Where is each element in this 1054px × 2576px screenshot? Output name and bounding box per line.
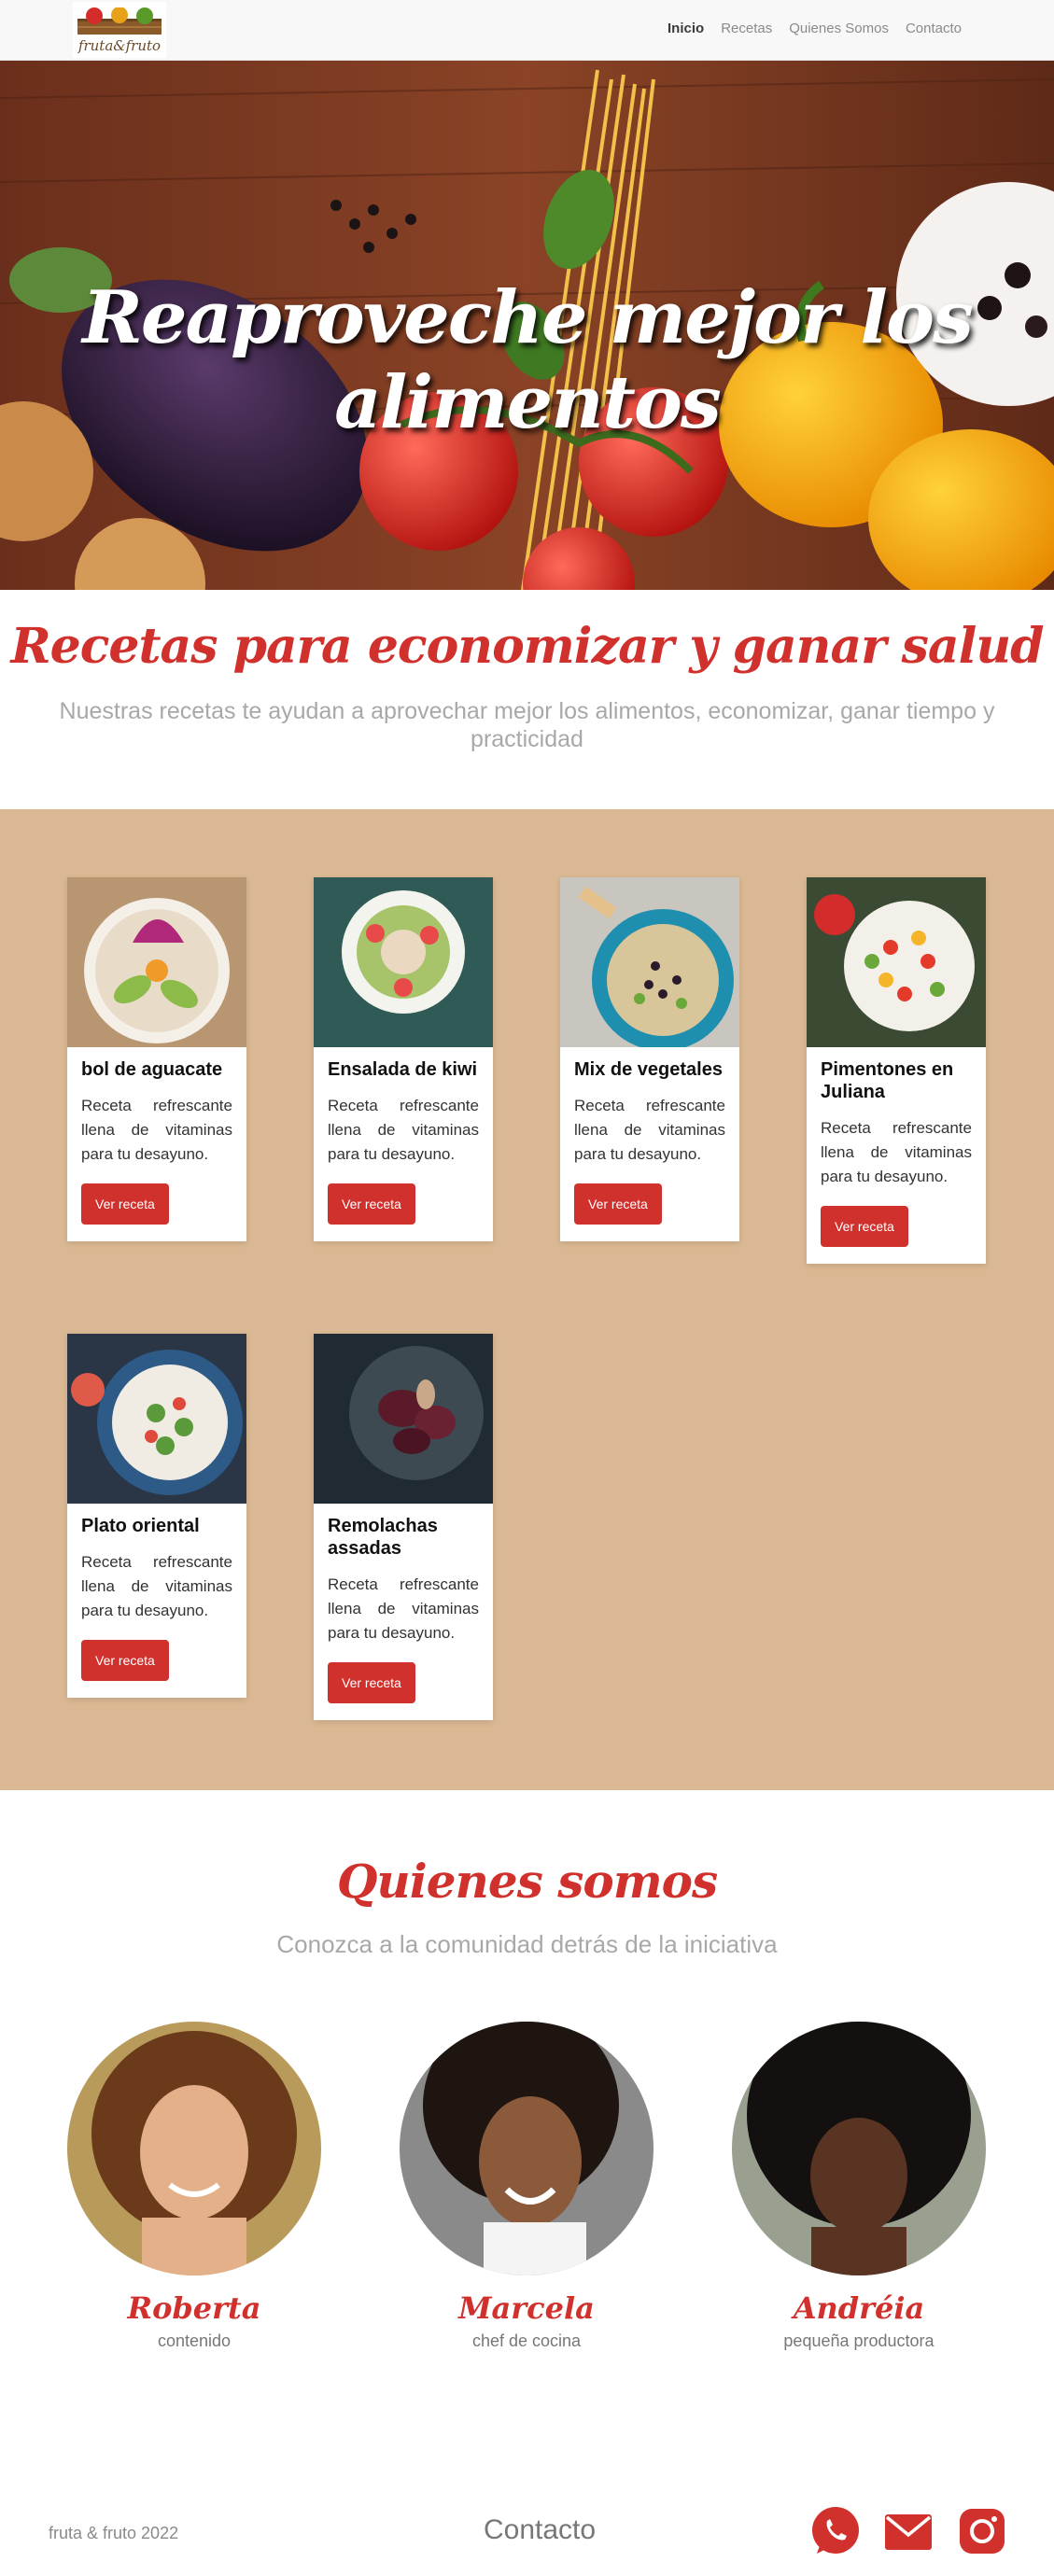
recipe-title: Pimentones en Juliana [821, 1059, 954, 1102]
avocado-bowl-image [67, 877, 246, 1047]
recipe-title: Plato oriental [81, 1516, 200, 1536]
oriental-dish-image [67, 1334, 246, 1504]
recipe-title: bol de aguacate [81, 1059, 223, 1080]
nav-link-contacto[interactable]: Contacto [897, 21, 970, 36]
logo[interactable]: fruta&fruto [73, 2, 166, 58]
recipes-intro: Recetas para economizar y ganar salud Nu… [0, 590, 1054, 809]
instagram-icon[interactable] [956, 2505, 1008, 2557]
member-role: pequeña productora [783, 2331, 935, 2350]
nav-link-recetas[interactable]: Recetas [712, 21, 780, 36]
about-subtitle: Conozca a la comunidad detrás de la inic… [276, 1930, 778, 1958]
logo-text: fruta&fruto [77, 37, 162, 54]
nav-link-quienes-somos[interactable]: Quienes Somos [780, 21, 897, 36]
avatar [67, 2022, 321, 2275]
recipe-description: Receta refrescante llena de vitaminas pa… [574, 1097, 725, 1163]
member-name: Andréia [793, 2290, 925, 2326]
view-recipe-button[interactable]: Ver receta [328, 1183, 415, 1225]
view-recipe-button[interactable]: Ver receta [574, 1183, 662, 1225]
member-role: contenido [157, 2331, 232, 2350]
team-member: Andréia pequeña productora [732, 2022, 986, 2351]
recipe-description: Receta refrescante llena de vitaminas pa… [328, 1097, 479, 1163]
recipe-description: Receta refrescante llena de vitaminas pa… [81, 1097, 232, 1163]
view-recipe-button[interactable]: Ver receta [821, 1206, 908, 1247]
footer-contact-heading: Contacto [484, 2514, 597, 2545]
hero-title: Reaproveche mejor los alimentos [82, 275, 974, 445]
recipes-section: bol de aguacate Receta refrescante llena… [0, 809, 1054, 1790]
team-member: Marcela chef de cocina [400, 2022, 653, 2351]
recipe-description: Receta refrescante llena de vitaminas pa… [821, 1119, 972, 1185]
about-heading: Quienes somos [336, 1854, 718, 1909]
nav-links: Inicio Recetas Quienes Somos Contacto [659, 21, 970, 36]
recipes-subtitle: Nuestras recetas te ayudan a aprovechar … [59, 698, 995, 752]
recipe-card: bol de aguacate Receta refrescante llena… [67, 877, 246, 1241]
member-name: Marcela [458, 2290, 595, 2326]
hero-banner: Reaproveche mejor los alimentos [0, 61, 1054, 590]
member-role: chef de cocina [471, 2331, 582, 2350]
recipe-card: Mix de vegetales Receta refrescante llen… [560, 877, 739, 1241]
view-recipe-button[interactable]: Ver receta [81, 1183, 169, 1225]
navbar: fruta&fruto Inicio Recetas Quienes Somos… [0, 0, 1054, 61]
view-recipe-button[interactable]: Ver receta [328, 1662, 415, 1703]
recipe-card: Remolachas assadas Receta refrescante ll… [314, 1334, 493, 1720]
kiwi-salad-image [314, 877, 493, 1047]
footer: fruta & fruto 2022 Contacto [0, 2434, 1054, 2576]
whatsapp-icon[interactable] [809, 2505, 862, 2557]
recipe-description: Receta refrescante llena de vitaminas pa… [81, 1553, 232, 1619]
recipe-title: Mix de vegetales [574, 1059, 723, 1080]
recipe-description: Receta refrescante llena de vitaminas pa… [328, 1575, 479, 1642]
team-member: Roberta contenido [67, 2022, 321, 2351]
fruit-crate-logo-icon [77, 7, 162, 35]
recipes-heading: Recetas para economizar y ganar salud [10, 618, 1044, 675]
view-recipe-button[interactable]: Ver receta [81, 1640, 169, 1681]
avatar [732, 2022, 986, 2275]
footer-copyright: fruta & fruto 2022 [49, 2524, 179, 2542]
julienne-peppers-image [807, 877, 986, 1047]
about-section: Quienes somos Conozca a la comunidad det… [0, 1790, 1054, 2434]
recipe-title: Ensalada de kiwi [328, 1059, 478, 1080]
member-name: Roberta [127, 2290, 261, 2326]
recipe-card: Pimentones en Juliana Receta refrescante… [807, 877, 986, 1264]
nav-link-inicio[interactable]: Inicio [659, 21, 712, 36]
mail-icon[interactable] [882, 2505, 935, 2557]
vegetable-mix-image [560, 877, 739, 1047]
avatar [400, 2022, 653, 2275]
roasted-beets-image [314, 1334, 493, 1504]
recipe-title: Remolachas assadas [328, 1516, 438, 1559]
recipe-card: Plato oriental Receta refrescante llena … [67, 1334, 246, 1698]
recipe-card: Ensalada de kiwi Receta refrescante llen… [314, 877, 493, 1241]
